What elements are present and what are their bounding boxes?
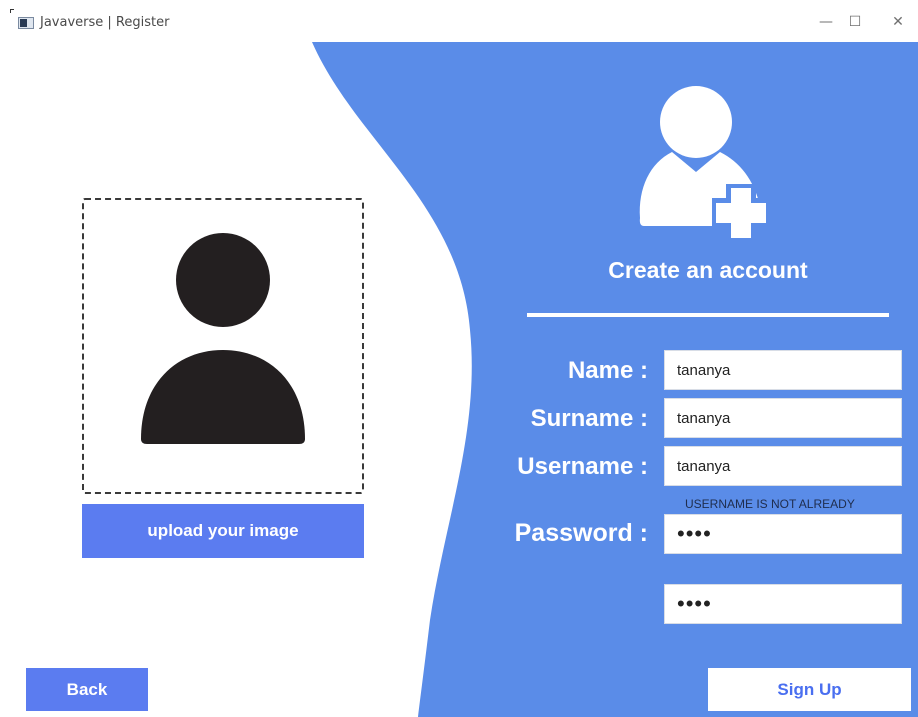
surname-input[interactable]	[664, 398, 902, 438]
upload-image-button[interactable]: upload your image	[82, 504, 364, 558]
user-silhouette-icon	[141, 233, 305, 444]
password-input[interactable]	[664, 514, 902, 554]
username-input[interactable]	[664, 446, 902, 486]
username-label: Username :	[517, 453, 648, 480]
title-divider	[527, 313, 889, 317]
username-validation-message: USERNAME IS NOT ALREADY	[685, 497, 855, 511]
name-label: Name :	[567, 357, 648, 384]
confirm-password-input[interactable]	[664, 584, 902, 624]
surname-label: Surname :	[530, 405, 648, 432]
name-input[interactable]	[664, 350, 902, 390]
password-label: Password :	[514, 519, 648, 547]
sign-up-button[interactable]: Sign Up	[708, 668, 911, 711]
form-title: Create an account	[608, 257, 808, 283]
back-button[interactable]: Back	[26, 668, 148, 711]
add-user-icon	[639, 86, 770, 242]
